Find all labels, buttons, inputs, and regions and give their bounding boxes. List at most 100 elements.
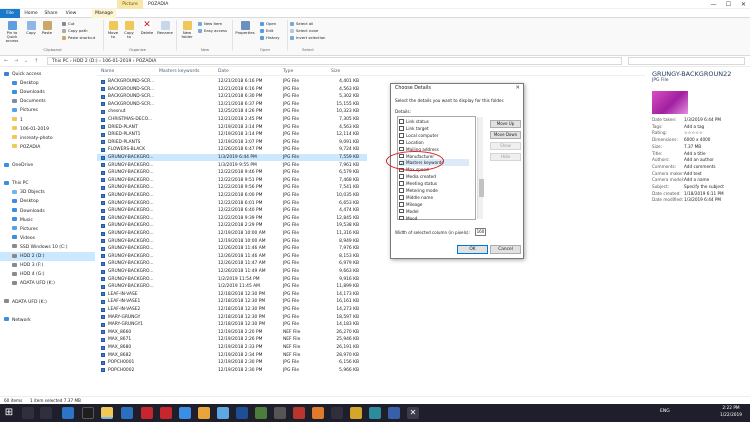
checkbox[interactable]	[399, 188, 404, 193]
nav-item[interactable]: SSD Windows 10 (C:)	[0, 243, 95, 252]
table-row[interactable]: DRIED-PLANTS 12/19/2018 3:07 PM JPG File 9,…	[97, 139, 367, 146]
copy-path-button[interactable]: Copy path	[62, 28, 87, 33]
checkbox[interactable]	[399, 119, 404, 124]
table-row[interactable]: chesnut 12/25/2018 4:26 PM JPG File 10,323 …	[97, 108, 367, 115]
checkbox[interactable]	[399, 174, 404, 179]
scrollbar-thumb[interactable]	[478, 179, 484, 197]
table-row[interactable]: GRUNGY-BACKGRO... 12/26/2018 11:46 AM JPG …	[97, 245, 367, 252]
nav-item[interactable]: Videos	[0, 234, 95, 243]
nav-item[interactable]: POZADIA	[0, 143, 95, 152]
app-icon[interactable]	[312, 407, 324, 419]
checkbox[interactable]	[399, 146, 404, 152]
nav-item[interactable]: ADATA UFD (K:)	[0, 298, 95, 307]
app-icon[interactable]	[369, 407, 381, 419]
store-icon[interactable]	[121, 407, 133, 419]
invert-selection-button[interactable]: Invert selection	[290, 35, 325, 40]
table-row[interactable]: GRUNGY-BACKGRO... 1/2/2019 11:54 PM JPG Fi…	[97, 276, 367, 283]
property-value[interactable]: Add comments	[684, 164, 716, 171]
hide-button[interactable]: Hide	[490, 153, 521, 161]
table-row[interactable]: GRUNGY-BACKGRO... 12/22/2018 9:51 PM JPG F…	[97, 177, 367, 184]
table-row[interactable]: GRUNGY-BACKGRO... 12/22/2018 9:39 PM JPG F…	[97, 215, 367, 222]
property-value[interactable]: Add a tag	[684, 124, 704, 131]
checkbox[interactable]	[399, 126, 404, 131]
nav-item[interactable]: 1	[0, 116, 95, 125]
move-up-button[interactable]: Move Up	[490, 120, 521, 128]
table-row[interactable]: GRUNGY-BACKGRO... 12/19/2018 10:00 AM JPG …	[97, 230, 367, 237]
nav-item[interactable]: HDD 2 (D:)	[0, 252, 95, 261]
nav-item[interactable]: Downloads	[0, 207, 95, 216]
back-arrow-icon[interactable]: ←	[4, 58, 8, 64]
up-arrow-icon[interactable]: ↑	[34, 58, 38, 64]
table-row[interactable]: GRUNGY-BACKGRO... 12/26/2018 11:49 AM JPG …	[97, 268, 367, 275]
language-indicator[interactable]: ENG	[660, 409, 670, 414]
opera-icon[interactable]	[141, 407, 153, 419]
dialog-close-icon[interactable]: ✕	[515, 85, 520, 91]
column-name[interactable]: Name	[101, 67, 114, 76]
history-button[interactable]: History	[260, 35, 280, 40]
property-value[interactable]: 1/18/2019 6:11 PM	[684, 191, 724, 198]
table-row[interactable]: POPCH0002 12/19/2018 2:30 PM JPG File 5,966…	[97, 367, 367, 374]
table-row[interactable]: BACKGROUND-SCR... 12/21/2018 6:16 PM JPG F…	[97, 86, 367, 93]
select-all-button[interactable]: Select all	[290, 21, 313, 26]
table-row[interactable]: CHRISTMAS-DECO... 12/21/2018 2:45 PM JPG F…	[97, 116, 367, 123]
tab-home[interactable]: Home	[22, 9, 40, 18]
edit-button[interactable]: Edit	[260, 28, 273, 33]
table-row[interactable]: GRUNGY-BACKGRO... 12/22/2018 2:29 PM JPG F…	[97, 222, 367, 229]
easy-access-button[interactable]: Easy access	[198, 28, 227, 33]
table-row[interactable]: POPCH0001 12/19/2018 2:30 PM JPG File 6,156…	[97, 359, 367, 366]
table-row[interactable]: DRIED-PLANT1 12/19/2018 3:14 PM JPG File 12…	[97, 131, 367, 138]
address-bar[interactable]: This PC › HDD 2 (D:) › 106-01-2019 › POZ…	[47, 57, 622, 65]
nav-item[interactable]: Downloads	[0, 88, 95, 97]
table-row[interactable]: GRUNGY-BACKGRO... 1/2/2019 11:45 AM JPG Fi…	[97, 283, 367, 290]
file-explorer-icon[interactable]	[101, 407, 113, 419]
filezilla-icon[interactable]	[293, 407, 305, 419]
nav-item[interactable]: OneDrive	[0, 161, 95, 170]
checkbox[interactable]	[399, 181, 404, 186]
table-row[interactable]: DRIED-PLANT 12/19/2018 3:14 PM JPG File 4,5…	[97, 124, 367, 131]
tab-manage[interactable]: Manage	[92, 9, 116, 18]
close-button[interactable]: ✕	[737, 0, 750, 9]
table-row[interactable]: MARY-GRUNGY 12/18/2018 12:30 PM JPG File 18…	[97, 314, 367, 321]
properties-button[interactable]: Properties	[235, 21, 255, 35]
maximize-button[interactable]: ☐	[722, 0, 735, 9]
app-icon[interactable]	[274, 407, 286, 419]
move-to-button[interactable]: Move to	[106, 21, 120, 39]
table-row[interactable]: GRUNGY-BACKGRO... 12/22/2018 6:40 PM JPG F…	[97, 207, 367, 214]
table-row[interactable]: GRUNGY-BACKGRO... 12/19/2018 10:00 AM JPG …	[97, 238, 367, 245]
property-value[interactable]: 6000 x 4000	[684, 137, 710, 144]
table-row[interactable]: GRUNGY-BACKGRO... 12/22/2018 6:00 PM JPG F…	[97, 192, 367, 199]
table-row[interactable]: LEAF-IN-VASE1 12/18/2018 12:30 PM JPG File…	[97, 298, 367, 305]
app-icon[interactable]	[350, 407, 362, 419]
column-masters-keywords[interactable]: Masters keywords	[159, 67, 199, 76]
pin-quick-access-button[interactable]: Pin to Quick access	[2, 21, 22, 43]
nav-item[interactable]: 106-01-2019	[0, 125, 95, 134]
move-down-button[interactable]: Move Down	[490, 131, 521, 139]
nav-item[interactable]: HDD 3 (F:)	[0, 261, 95, 270]
property-value[interactable]: 1/3/2019 6:44 PM	[684, 197, 721, 204]
checkbox[interactable]	[399, 202, 404, 207]
nav-item[interactable]: Desktop	[0, 79, 95, 88]
cut-button[interactable]: Cut	[62, 21, 75, 26]
detail-option[interactable]: Mood	[399, 215, 469, 222]
start-windows-icon[interactable]: ⊞	[3, 407, 15, 419]
table-row[interactable]: GRUNGY-BACKGRO... 12/26/2018 11:47 AM JPG …	[97, 260, 367, 267]
minimize-button[interactable]: —	[707, 0, 720, 9]
ok-button[interactable]: OK	[457, 245, 488, 254]
nav-item[interactable]: This PC	[0, 179, 95, 188]
app-icon[interactable]	[388, 407, 400, 419]
select-none-button[interactable]: Select none	[290, 28, 318, 33]
table-row[interactable]: MAX_8671 12/19/2018 2:26 PM NEF File 25,946…	[97, 336, 367, 343]
table-row[interactable]: MAX_8680 12/19/2018 2:33 PM NEF File 26,191…	[97, 344, 367, 351]
table-row[interactable]: GRUNGY-BACKGRO... 1/3/2019 9:55 PM JPG Fil…	[97, 162, 367, 169]
nav-item[interactable]: ADATA UFD (K:)	[0, 279, 95, 288]
recent-chevron-icon[interactable]: ⌄	[24, 58, 28, 64]
column-width-input[interactable]: 160	[475, 228, 486, 236]
checkbox[interactable]	[399, 208, 404, 214]
nav-item[interactable]: insreaty-photo	[0, 134, 95, 143]
table-row[interactable]: BACKGROUND-SCR... 12/21/2018 6:37 PM JPG F…	[97, 101, 367, 108]
nav-item[interactable]: Pictures	[0, 106, 95, 115]
photoshop-icon[interactable]	[236, 407, 248, 419]
copy-button[interactable]: Copy	[24, 21, 38, 35]
column-size[interactable]: Size	[331, 67, 340, 76]
table-row[interactable]: LEAF-IN-VASE 12/18/2018 12:30 PM JPG File 1…	[97, 291, 367, 298]
